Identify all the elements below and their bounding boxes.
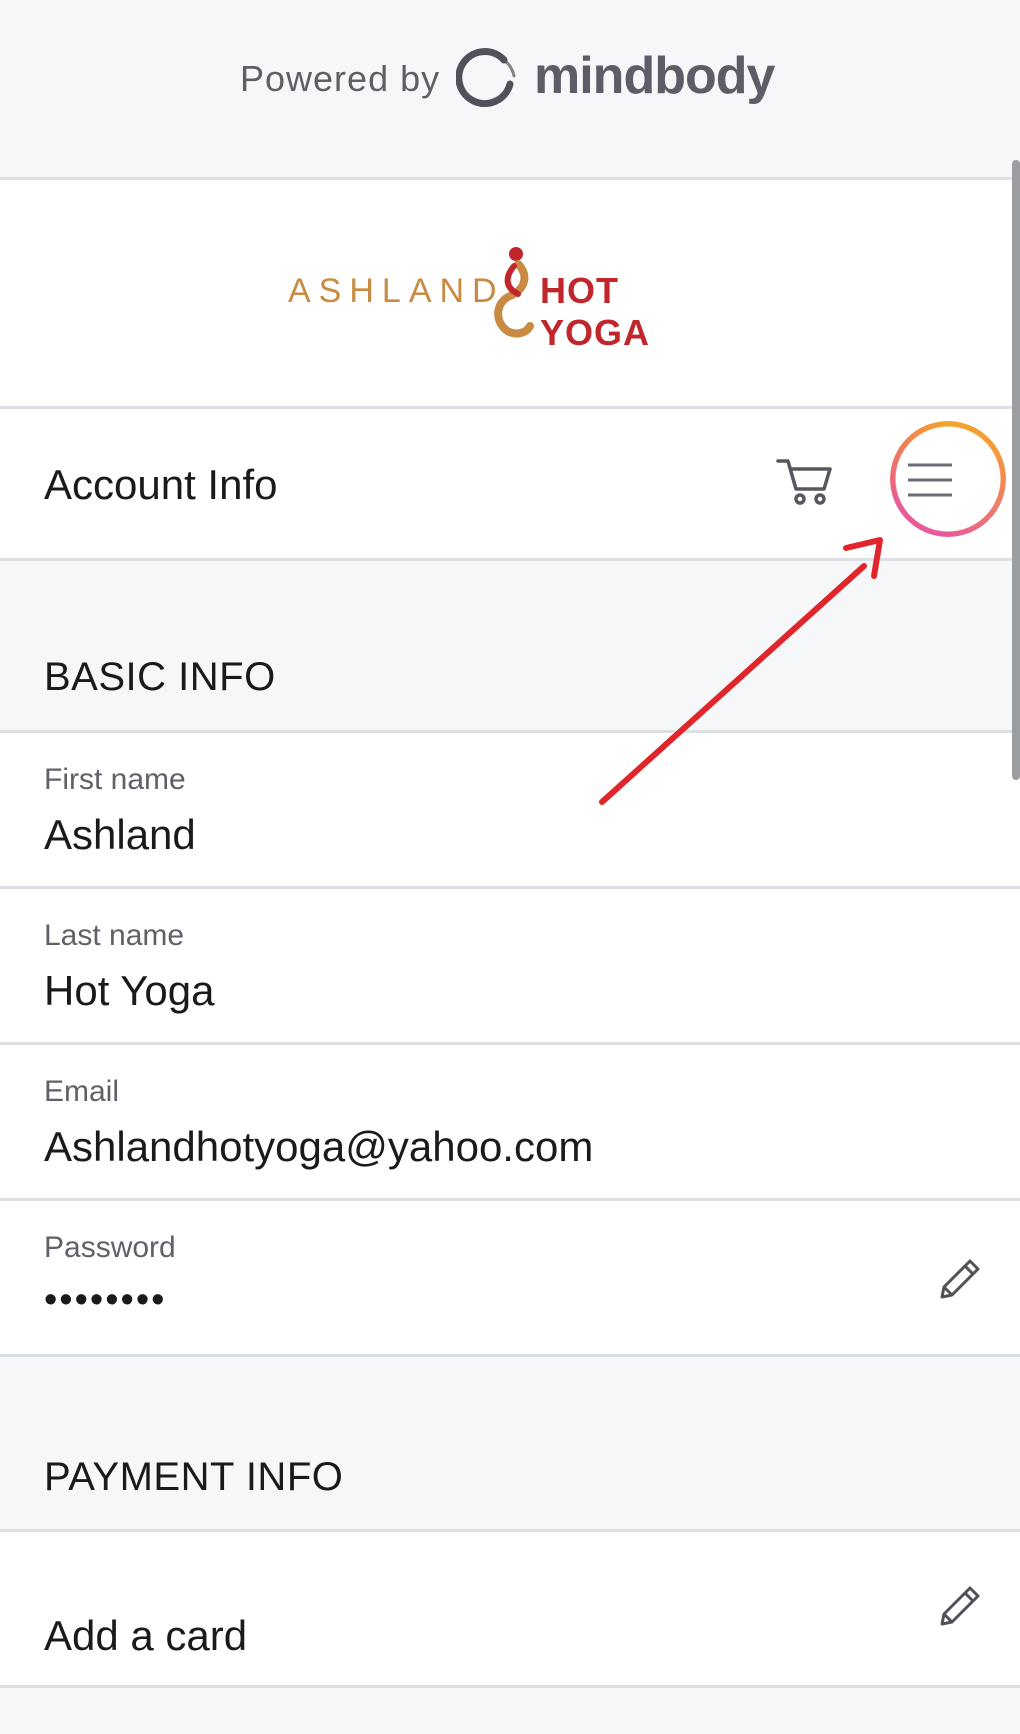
first-name-label: First name: [44, 763, 186, 796]
scrollbar-thumb[interactable]: [1012, 160, 1020, 780]
powered-by-header: Powered by mindbody: [0, 0, 1020, 177]
page-title: Account Info: [44, 461, 278, 508]
edit-card-pencil-icon[interactable]: [934, 1580, 986, 1632]
last-name-field[interactable]: Last name Hot Yoga: [0, 889, 1020, 1042]
add-card-row[interactable]: Add a card: [0, 1532, 1020, 1685]
cart-icon[interactable]: [776, 455, 836, 507]
email-field[interactable]: Email Ashlandhotyoga@yahoo.com: [0, 1045, 1020, 1198]
basic-info-section-header: BASIC INFO: [0, 561, 1020, 730]
studio-logo-band: ASHLAND HOT YOGA: [0, 180, 1020, 406]
studio-logo-ashland: ASHLAND: [288, 272, 505, 310]
last-name-value: Hot Yoga: [44, 967, 215, 1014]
mindbody-wordmark: mindbody: [534, 47, 775, 105]
first-name-value: Ashland: [44, 811, 196, 858]
hamburger-menu-icon[interactable]: [906, 459, 954, 501]
email-label: Email: [44, 1075, 120, 1108]
nav-bar: Account Info: [0, 409, 1020, 558]
divider: [0, 1685, 1020, 1688]
email-value: Ashlandhotyoga@yahoo.com: [44, 1123, 594, 1170]
password-field[interactable]: Password ••••••••: [0, 1201, 1020, 1354]
yoga-figure-icon: [494, 247, 534, 338]
last-name-label: Last name: [44, 919, 185, 952]
first-name-field[interactable]: First name Ashland: [0, 733, 1020, 886]
payment-info-heading: PAYMENT INFO: [44, 1455, 344, 1499]
payment-info-section-header: PAYMENT INFO: [0, 1357, 1020, 1529]
studio-logo-hot-yoga: HOT YOGA: [540, 270, 651, 353]
mindbody-logo-icon: [456, 48, 516, 108]
powered-by-label: Powered by: [240, 58, 441, 99]
basic-info-heading: BASIC INFO: [44, 655, 276, 699]
add-card-label: Add a card: [44, 1612, 248, 1659]
password-label: Password: [44, 1231, 176, 1264]
password-value: ••••••••: [44, 1279, 167, 1321]
edit-password-pencil-icon[interactable]: [934, 1253, 986, 1305]
studio-logo: ASHLAND HOT YOGA: [288, 242, 734, 353]
